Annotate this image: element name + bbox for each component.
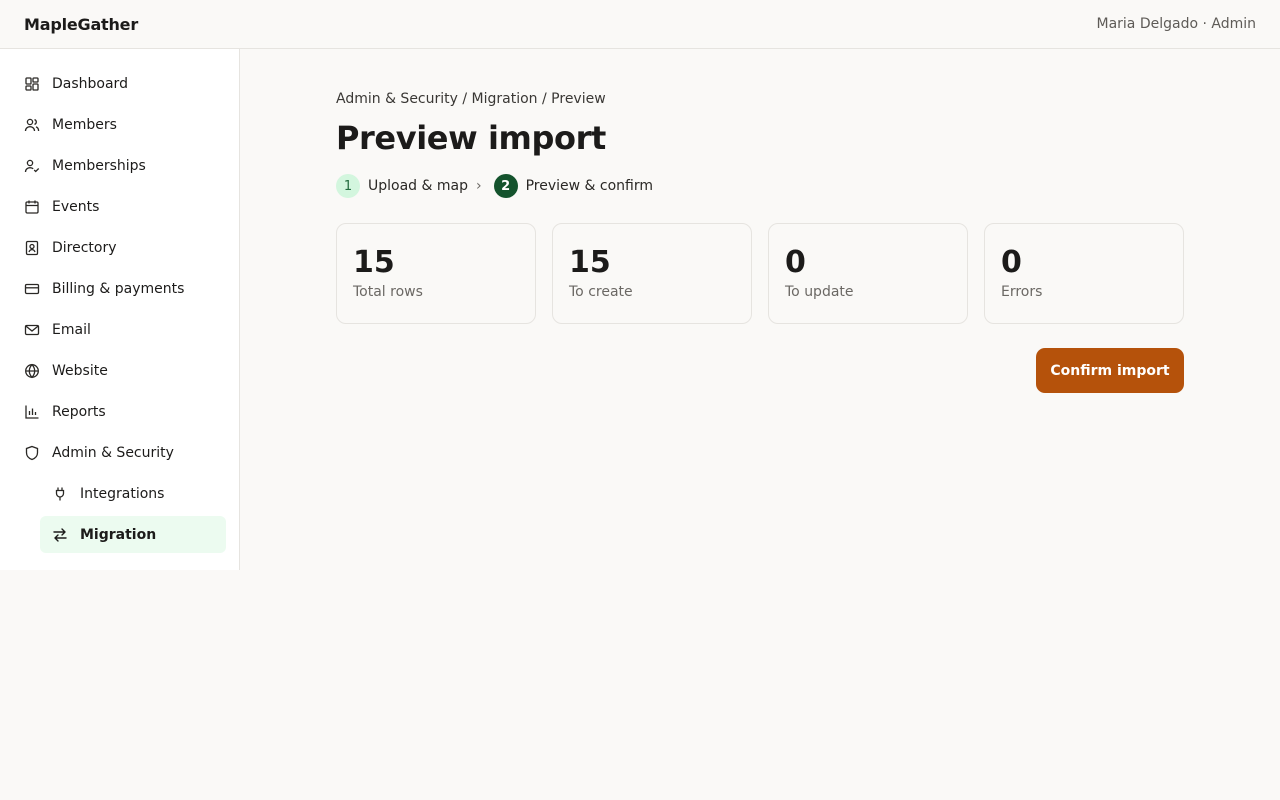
step-upload-map[interactable]: 1 Upload & map — [336, 174, 468, 198]
sidebar: Dashboard Members Memberships Events Dir… — [0, 49, 240, 570]
step-number: 2 — [493, 174, 518, 198]
sidebar-item-label: Memberships — [52, 157, 146, 174]
mail-icon — [24, 322, 40, 338]
shield-icon — [24, 445, 40, 461]
page-title: Preview import — [336, 119, 606, 157]
step-label: Preview & confirm — [525, 178, 654, 194]
stat-value: 0 — [1001, 245, 1022, 280]
stat-label: Total rows — [353, 284, 423, 300]
brand-logo[interactable]: MapleGather — [24, 15, 138, 34]
plug-icon — [52, 486, 68, 502]
chevron-right-icon: › — [475, 178, 482, 194]
sidebar-item-integrations[interactable]: Integrations — [0, 473, 239, 514]
sidebar-item-label: Members — [52, 116, 117, 133]
directory-icon — [24, 240, 40, 256]
confirm-import-button[interactable]: Confirm import — [1036, 348, 1184, 393]
sidebar-item-label: Migration — [80, 526, 157, 543]
members-icon — [24, 117, 40, 133]
stat-label: To update — [785, 284, 854, 300]
stat-value: 0 — [785, 245, 806, 280]
bar-chart-icon — [24, 404, 40, 420]
stat-label: Errors — [1001, 284, 1043, 300]
sidebar-item-billing[interactable]: Billing & payments — [0, 268, 239, 309]
sidebar-item-label: Email — [52, 321, 91, 338]
sidebar-item-admin-security[interactable]: Admin & Security — [0, 432, 239, 473]
stat-card-to-create: 15 To create — [552, 223, 752, 324]
stat-card-errors: 0 Errors — [984, 223, 1184, 324]
sidebar-item-website[interactable]: Website — [0, 350, 239, 391]
sidebar-item-label: Website — [52, 362, 108, 379]
memberships-icon — [24, 158, 40, 174]
sidebar-item-label: Billing & payments — [52, 280, 185, 297]
step-preview-confirm: 2 Preview & confirm — [493, 174, 654, 198]
stat-card-total-rows: 15 Total rows — [336, 223, 536, 324]
actions-row: Confirm import — [336, 348, 1184, 393]
user-menu[interactable]: Maria Delgado · Admin — [1096, 16, 1256, 32]
stat-label: To create — [569, 284, 633, 300]
sidebar-item-reports[interactable]: Reports — [0, 391, 239, 432]
sidebar-item-label: Reports — [52, 403, 106, 420]
top-bar: MapleGather Maria Delgado · Admin — [0, 0, 1280, 49]
sidebar-item-memberships[interactable]: Memberships — [0, 145, 239, 186]
main-content: Admin & Security / Migration / Preview P… — [336, 49, 1184, 393]
dashboard-icon — [24, 76, 40, 92]
sidebar-item-members[interactable]: Members — [0, 104, 239, 145]
sidebar-item-dashboard[interactable]: Dashboard — [0, 63, 239, 104]
sidebar-item-email[interactable]: Email — [0, 309, 239, 350]
swap-arrows-icon — [52, 527, 68, 543]
calendar-icon — [24, 199, 40, 215]
sidebar-item-directory[interactable]: Directory — [0, 227, 239, 268]
sidebar-item-label: Integrations — [80, 485, 165, 502]
stepper: 1 Upload & map › 2 Preview & confirm — [336, 173, 1184, 199]
step-number: 1 — [336, 174, 360, 198]
credit-card-icon — [24, 281, 40, 297]
stat-value: 15 — [569, 245, 611, 280]
step-label: Upload & map — [368, 178, 468, 194]
sidebar-item-events[interactable]: Events — [0, 186, 239, 227]
breadcrumb: Admin & Security / Migration / Preview — [336, 91, 606, 107]
sidebar-item-label: Dashboard — [52, 75, 128, 92]
sidebar-item-label: Directory — [52, 239, 117, 256]
stats-row: 15 Total rows 15 To create 0 To update 0… — [336, 223, 1184, 324]
sidebar-item-label: Events — [52, 198, 100, 215]
sidebar-item-migration[interactable]: Migration — [40, 516, 226, 553]
stat-card-to-update: 0 To update — [768, 223, 968, 324]
stat-value: 15 — [353, 245, 395, 280]
globe-icon — [24, 363, 40, 379]
sidebar-item-label: Admin & Security — [52, 444, 174, 461]
